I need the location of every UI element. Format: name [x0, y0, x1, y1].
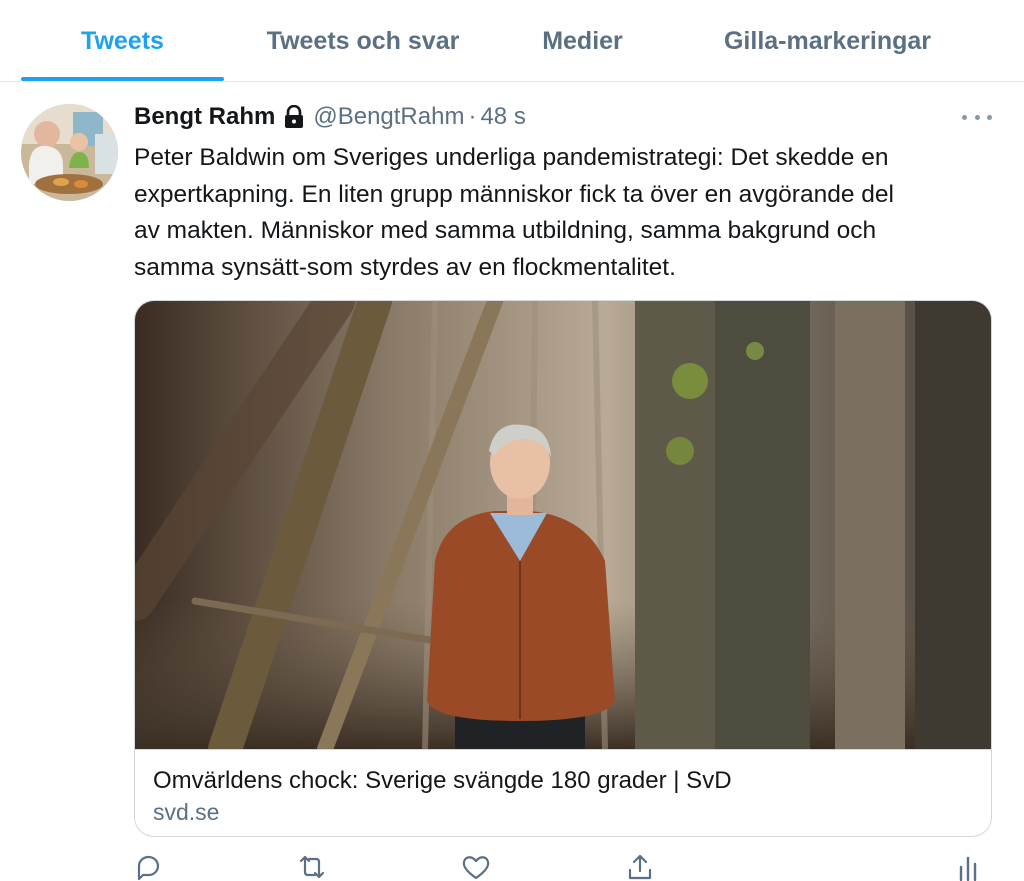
- tab-gilla-markeringar[interactable]: Gilla-markeringar: [690, 0, 965, 82]
- avatar[interactable]: [21, 104, 118, 201]
- author-handle[interactable]: @BengtRahm: [313, 103, 464, 131]
- reply-icon[interactable]: [133, 852, 163, 881]
- more-options-icon[interactable]: [962, 104, 992, 130]
- card-title: Omvärldens chock: Sverige svängde 180 gr…: [153, 767, 732, 794]
- tweet-text: Peter Baldwin om Sveriges underliga pand…: [134, 140, 994, 286]
- retweet-icon[interactable]: [297, 852, 327, 881]
- more-dot: [974, 114, 980, 120]
- tweet-header: Bengt Rahm @BengtRahm · 48 s: [134, 100, 526, 134]
- author-name[interactable]: Bengt Rahm: [134, 103, 275, 131]
- more-dot: [962, 114, 967, 120]
- separator-dot: ·: [468, 103, 477, 130]
- tweet-text-line: av makten. Människor med samma utbildnin…: [134, 217, 877, 244]
- tab-tweets-och-svar[interactable]: Tweets och svar: [238, 0, 488, 82]
- share-icon[interactable]: [625, 852, 655, 881]
- avatar-photo: [21, 104, 118, 201]
- profile-tabs: Tweets Tweets och svar Medier Gilla-mark…: [0, 0, 1024, 82]
- like-icon[interactable]: [461, 852, 491, 881]
- analytics-icon[interactable]: [953, 852, 983, 881]
- card-domain: svd.se: [153, 799, 220, 825]
- tweet-timestamp[interactable]: 48 s: [480, 103, 525, 131]
- tweet-actions: [0, 850, 1024, 881]
- card-image: [135, 301, 991, 749]
- tweet-text-line: Peter Baldwin om Sveriges underliga pand…: [134, 144, 889, 171]
- active-tab-indicator: [21, 77, 224, 81]
- tweet-text-line: samma synsätt-som styrdes av en flockmen…: [134, 253, 676, 281]
- card-meta: Omvärldens chock: Sverige svängde 180 gr…: [135, 749, 991, 836]
- lock-icon: [285, 105, 304, 128]
- tab-tweets[interactable]: Tweets: [21, 0, 224, 82]
- link-card[interactable]: Omvärldens chock: Sverige svängde 180 gr…: [134, 300, 992, 837]
- more-dot: [987, 114, 992, 120]
- tab-medier[interactable]: Medier: [510, 0, 655, 82]
- tweet-text-line: expertkapning. En liten grupp människor …: [134, 180, 894, 208]
